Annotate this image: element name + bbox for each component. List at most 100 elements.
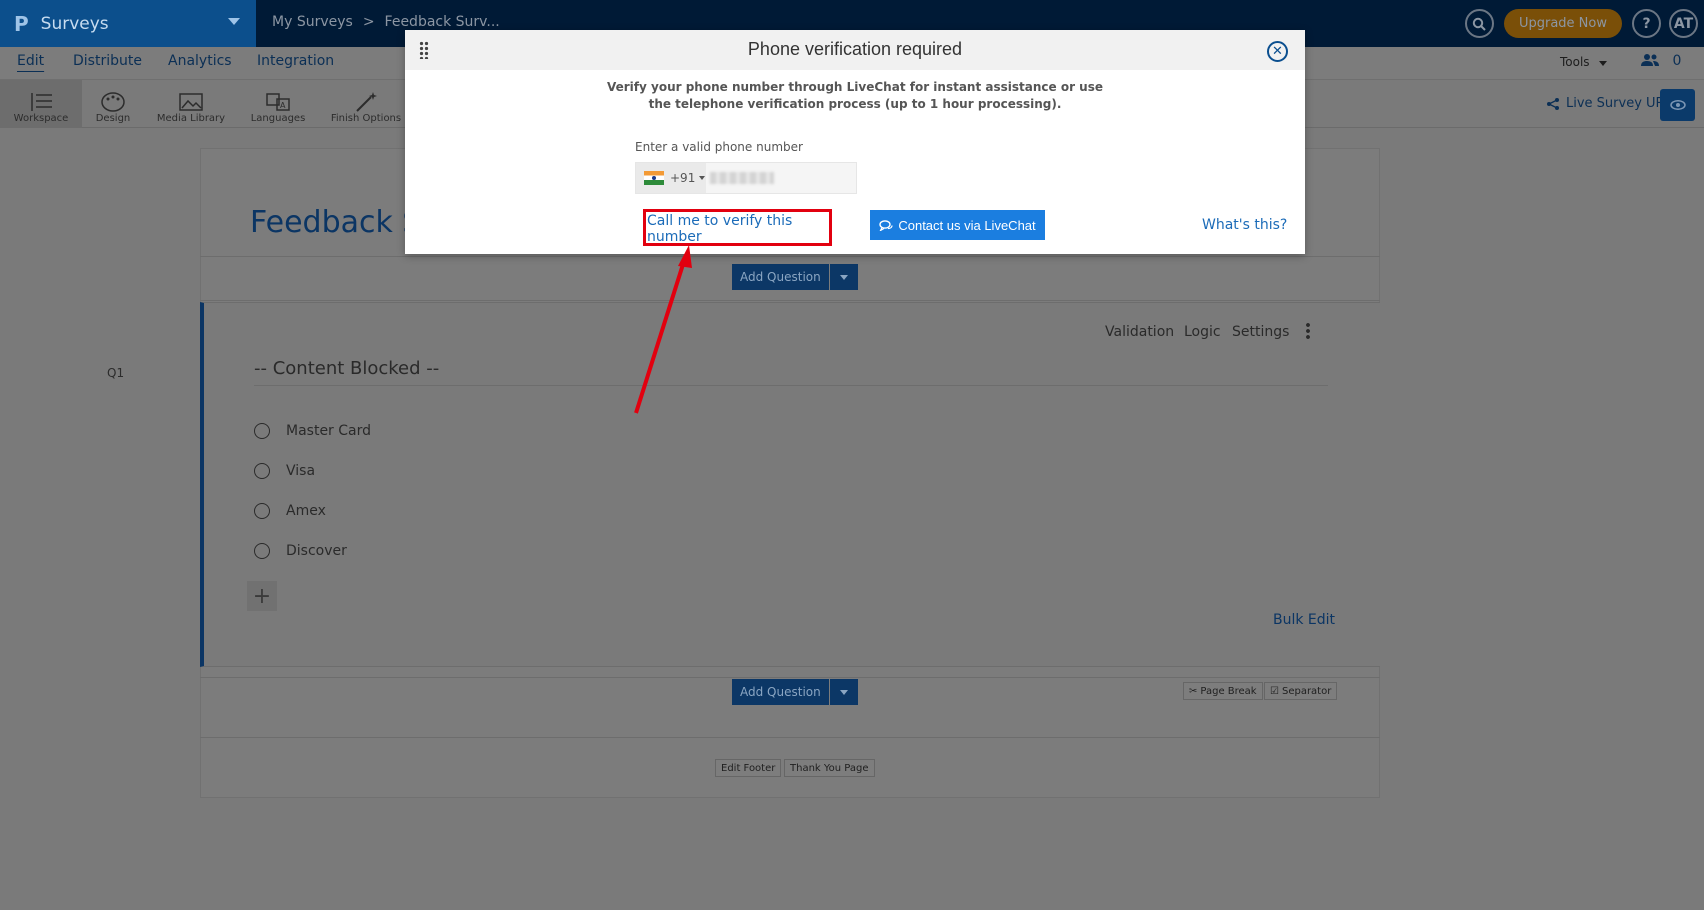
image-icon [179, 93, 203, 111]
toolbar-finish-options[interactable]: Finish Options [330, 80, 402, 128]
collaborators-count: 0 [1672, 53, 1682, 69]
tab-integration[interactable]: Integration [257, 53, 334, 69]
description-line-2: the telephone verification process (up t… [648, 97, 1062, 111]
page-break-icon: ✂ [1189, 685, 1198, 697]
add-question-button-bottom[interactable]: Add Question [732, 679, 858, 705]
live-survey-url-link[interactable]: Live Survey URL [1546, 96, 1672, 111]
question-validation-link[interactable]: Validation [1105, 324, 1174, 340]
app-switcher[interactable]: P Surveys [0, 0, 256, 47]
contact-livechat-button[interactable]: Contact us via LiveChat [870, 210, 1045, 240]
option-label: Amex [286, 503, 326, 519]
workspace-icon [31, 93, 52, 111]
question-logic-link[interactable]: Logic [1184, 324, 1221, 340]
country-code-dropdown[interactable]: +91 [636, 163, 706, 193]
app-name: Surveys [40, 13, 109, 34]
palette-icon [101, 92, 125, 112]
tab-distribute[interactable]: Distribute [73, 53, 142, 69]
svg-text:A: A [280, 101, 286, 110]
chevron-down-icon [228, 18, 240, 25]
edit-footer-button[interactable]: Edit Footer [715, 759, 782, 777]
radio-button[interactable] [254, 463, 270, 479]
avatar[interactable]: AT [1669, 9, 1698, 38]
translate-icon: A [266, 93, 290, 111]
tools-dropdown[interactable]: Tools [1560, 55, 1590, 69]
masked-phone-number[interactable] [710, 172, 774, 184]
chevron-down-icon [839, 689, 848, 695]
preview-button[interactable] [1660, 89, 1695, 121]
radio-button[interactable] [254, 543, 270, 559]
divider [200, 737, 1380, 738]
whats-this-link[interactable]: What's this? [1202, 217, 1287, 233]
question-text[interactable]: -- Content Blocked -- [254, 358, 439, 379]
chevron-down-icon [1599, 61, 1607, 66]
divider [200, 256, 1380, 257]
option-label: Master Card [286, 423, 372, 439]
divider [254, 385, 1328, 386]
radio-button[interactable] [254, 503, 270, 519]
upgrade-now-button[interactable]: Upgrade Now [1503, 9, 1622, 38]
description-line-1: Verify your phone number through LiveCha… [606, 80, 1103, 94]
help-button[interactable]: ? [1632, 9, 1661, 38]
survey-title[interactable]: Feedback S [250, 205, 421, 240]
users-icon [1641, 54, 1659, 66]
india-flag-icon [644, 171, 664, 185]
page-break-button[interactable]: ✂ Page Break [1183, 682, 1263, 700]
option-discover[interactable]: Discover [254, 543, 347, 559]
modal-title: Phone verification required [747, 39, 963, 59]
toolbar-design[interactable]: Design [88, 80, 138, 128]
separator-button[interactable]: ☑ Separator [1264, 682, 1338, 700]
share-icon [1547, 97, 1559, 110]
breadcrumb-separator: > [362, 14, 375, 30]
magic-wand-icon [356, 92, 377, 112]
tab-analytics[interactable]: Analytics [168, 53, 232, 69]
breadcrumb-my-surveys[interactable]: My Surveys [272, 14, 353, 30]
toolbar-label: Workspace [13, 113, 69, 124]
plus-icon: + [252, 583, 272, 609]
breadcrumb: My Surveys > Feedback Surv... [272, 14, 500, 30]
close-button[interactable]: ✕ [1267, 41, 1288, 62]
toolbar-media-library[interactable]: Media Library [154, 80, 228, 128]
top-right-actions: Upgrade Now ? AT [1464, 0, 1704, 47]
collaborators-button[interactable]: 0 [1640, 53, 1681, 69]
modal-header: Phone verification required ✕ [405, 30, 1305, 70]
livechat-label: Contact us via LiveChat [898, 217, 1036, 233]
chevron-down-icon [699, 176, 706, 180]
modal-description: Verify your phone number through LiveCha… [405, 79, 1305, 113]
add-question-dropdown[interactable] [829, 679, 858, 705]
option-master-card[interactable]: Master Card [254, 423, 371, 439]
toolbar-label: Finish Options [330, 113, 402, 124]
separator-label: Separator [1281, 685, 1332, 697]
toolbar-label: Media Library [156, 113, 226, 124]
add-question-button-top[interactable]: Add Question [732, 264, 858, 290]
add-question-label: Add Question [732, 264, 829, 290]
phone-number-field[interactable]: +91 [635, 162, 857, 194]
thank-you-page-button[interactable]: Thank You Page [784, 759, 875, 777]
question-block[interactable] [200, 302, 1380, 667]
highlight-box [643, 209, 832, 246]
toolbar-languages[interactable]: A Languages [249, 80, 307, 128]
breadcrumb-current-survey[interactable]: Feedback Surv... [385, 14, 500, 30]
tab-edit[interactable]: Edit [17, 53, 44, 69]
toolbar-workspace[interactable]: Workspace [0, 80, 82, 128]
question-number: Q1 [107, 366, 125, 380]
page-break-label: Page Break [1200, 685, 1257, 697]
question-settings-link[interactable]: Settings [1232, 324, 1289, 340]
more-options-icon[interactable] [1306, 322, 1310, 340]
add-question-dropdown[interactable] [829, 264, 858, 290]
checkbox-icon: ☑ [1270, 685, 1279, 697]
radio-button[interactable] [254, 423, 270, 439]
option-visa[interactable]: Visa [254, 463, 315, 479]
chat-icon [879, 219, 893, 231]
option-label: Visa [286, 463, 316, 479]
bulk-edit-link[interactable]: Bulk Edit [1273, 612, 1335, 628]
close-icon: ✕ [1272, 44, 1283, 59]
divider [200, 677, 1380, 678]
search-button[interactable] [1464, 9, 1494, 38]
toolbar-label: Languages [250, 113, 306, 124]
divider [200, 300, 1380, 301]
live-survey-url-label: Live Survey URL [1566, 96, 1672, 111]
phone-field-label: Enter a valid phone number [635, 140, 803, 154]
option-amex[interactable]: Amex [254, 503, 326, 519]
add-option-button[interactable]: + [247, 581, 277, 611]
eye-icon [1669, 100, 1686, 110]
